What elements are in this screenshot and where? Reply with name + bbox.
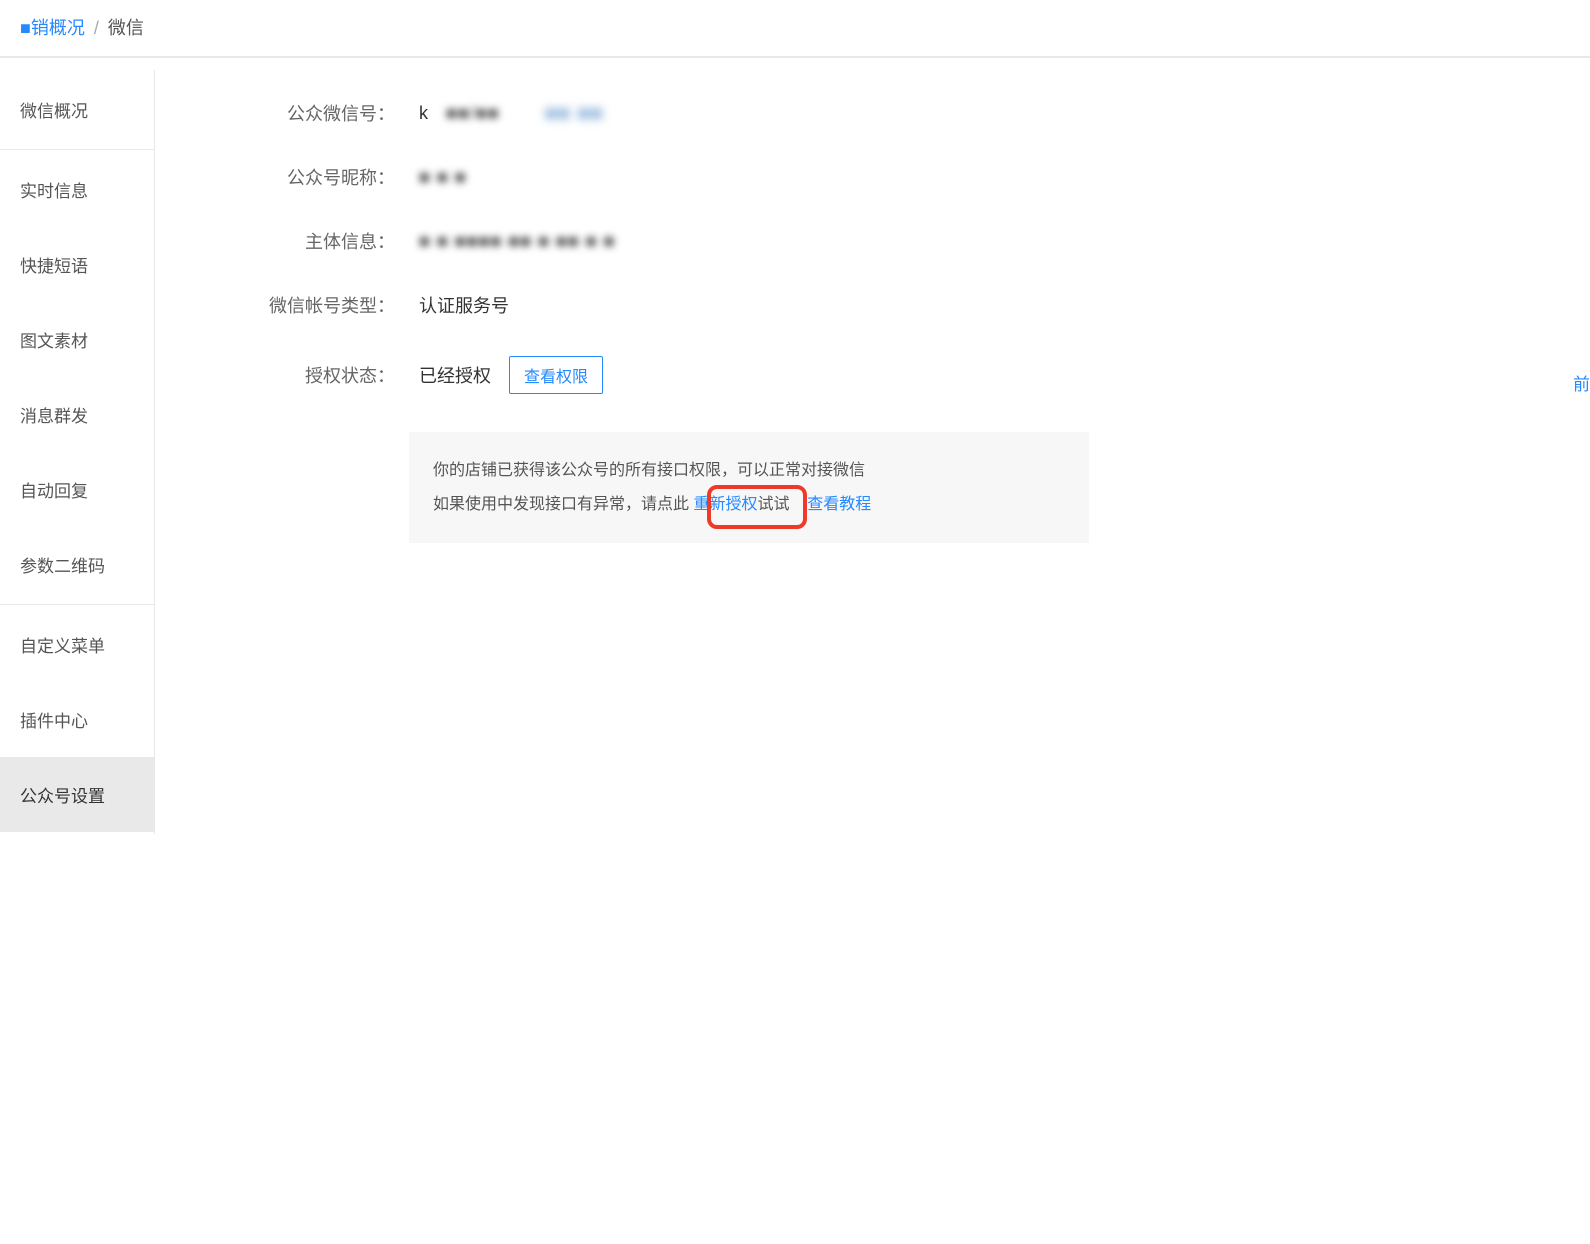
sidebar-item-quick-phrase[interactable]: 快捷短语 <box>0 227 154 302</box>
notice-line-2: 如果使用中发现接口有异常，请点此 重新授权试试 查看教程 <box>433 488 1065 522</box>
sidebar-item-realtime[interactable]: 实时信息 <box>0 152 154 227</box>
view-tutorial-link[interactable]: 查看教程 <box>807 496 871 513</box>
label-nickname: 公众号昵称： <box>245 164 395 190</box>
value-auth-status: 已经授权 <box>419 362 491 388</box>
value-nickname: ■ ■ ■ <box>419 167 467 188</box>
sidebar-item-param-qrcode[interactable]: 参数二维码 <box>0 527 154 602</box>
breadcrumb-separator: / <box>94 18 99 38</box>
sidebar-item-plugin-center[interactable]: 插件中心 <box>0 682 154 757</box>
sidebar-item-article-material[interactable]: 图文素材 <box>0 302 154 377</box>
breadcrumb: ■销概况 / 微信 <box>0 0 1590 58</box>
view-permissions-button[interactable]: 查看权限 <box>509 356 603 394</box>
row-nickname: 公众号昵称： ■ ■ ■ <box>245 164 1550 190</box>
label-account-type: 微信帐号类型： <box>245 292 395 318</box>
value-subject: ■ ■ ■■■■ ■■ ■ ■■ ■ ■ <box>419 231 615 252</box>
sidebar-item-wechat-overview[interactable]: 微信概况 <box>0 72 154 147</box>
value-wechat-id: k■■/■■ ■■ ■■ <box>419 103 604 124</box>
notice-line-1: 你的店铺已获得该公众号的所有接口权限，可以正常对接微信 <box>433 454 1065 488</box>
content-area: 公众微信号： k■■/■■ ■■ ■■ 公众号昵称： ■ ■ ■ 主体信息： ■… <box>155 70 1590 834</box>
row-account-type: 微信帐号类型： 认证服务号 <box>245 292 1550 318</box>
sidebar: 微信概况 实时信息 快捷短语 图文素材 消息群发 自动回复 参数二维码 自定义菜… <box>0 70 155 834</box>
sidebar-item-auto-reply[interactable]: 自动回复 <box>0 452 154 527</box>
breadcrumb-parent[interactable]: ■销概况 <box>20 18 85 38</box>
sidebar-item-account-settings[interactable]: 公众号设置 <box>0 757 154 832</box>
goto-link[interactable]: 前 <box>1573 370 1590 395</box>
reauthorize-link[interactable]: 重新授权 <box>693 496 757 513</box>
label-auth-status: 授权状态： <box>245 362 395 388</box>
breadcrumb-current: 微信 <box>108 18 144 38</box>
row-subject: 主体信息： ■ ■ ■■■■ ■■ ■ ■■ ■ ■ <box>245 228 1550 254</box>
sidebar-item-mass-message[interactable]: 消息群发 <box>0 377 154 452</box>
auth-notice-box: 你的店铺已获得该公众号的所有接口权限，可以正常对接微信 如果使用中发现接口有异常… <box>409 432 1089 543</box>
row-wechat-id: 公众微信号： k■■/■■ ■■ ■■ <box>245 100 1550 126</box>
sidebar-item-custom-menu[interactable]: 自定义菜单 <box>0 607 154 682</box>
row-auth-status: 授权状态： 已经授权 查看权限 <box>245 356 1550 394</box>
label-subject: 主体信息： <box>245 228 395 254</box>
label-wechat-id: 公众微信号： <box>245 100 395 126</box>
value-account-type: 认证服务号 <box>419 292 509 318</box>
